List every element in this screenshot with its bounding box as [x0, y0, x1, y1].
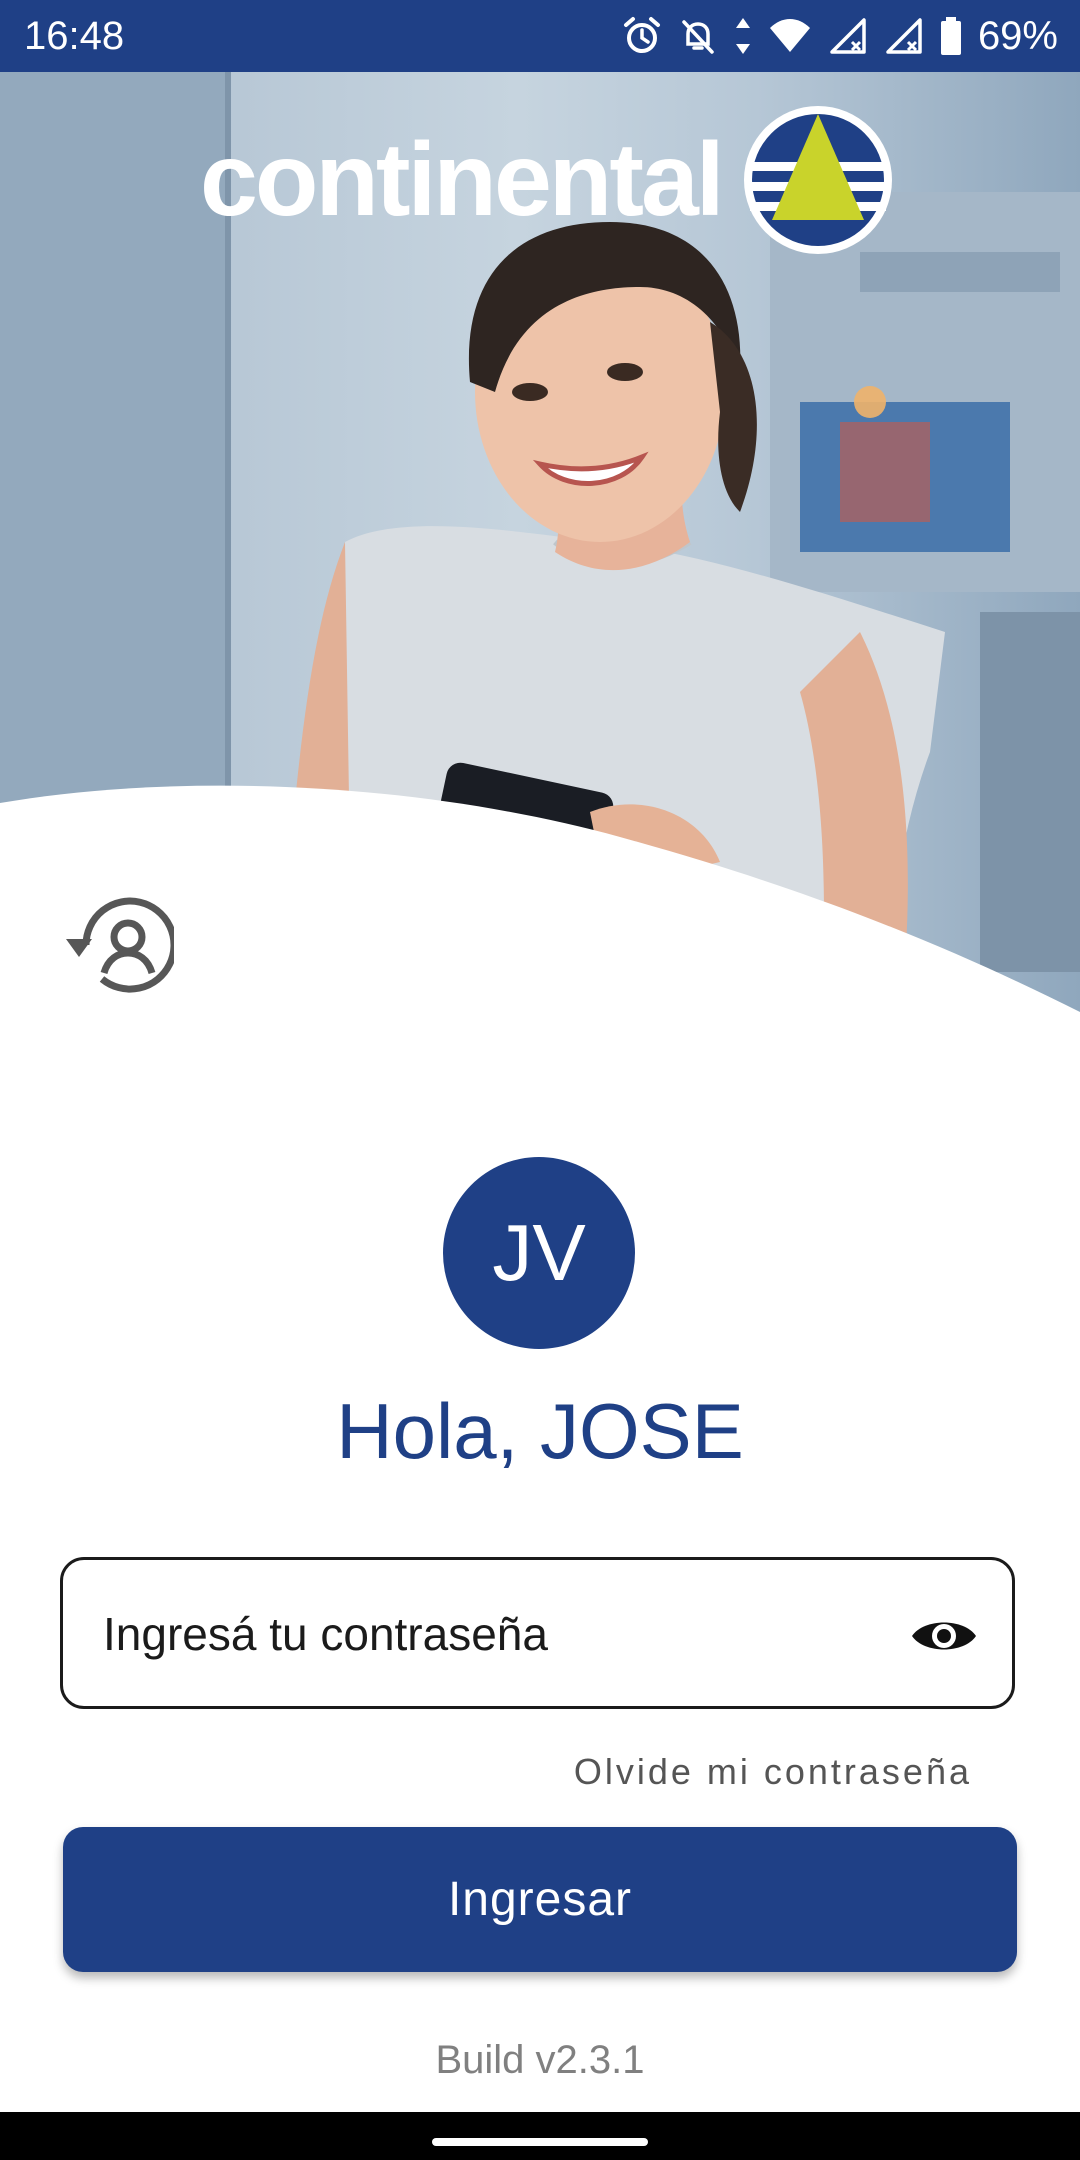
logo-text: continental [200, 122, 725, 238]
continental-logo-icon [743, 106, 892, 254]
data-arrows-icon [735, 18, 750, 54]
status-bar: 16:48 69% [0, 0, 1080, 72]
build-version: Build v2.3.1 [435, 2038, 645, 2082]
status-time: 16:48 [24, 14, 125, 58]
greeting-title: Hola, JOSE [336, 1387, 744, 1475]
signal-icon [830, 18, 866, 54]
switch-account-button[interactable] [58, 893, 178, 997]
alarm-icon [623, 17, 660, 53]
brand-logo: continental [200, 100, 894, 260]
password-input[interactable] [101, 1600, 905, 1668]
account-history-icon [66, 897, 174, 993]
eye-icon [912, 1622, 976, 1650]
forgot-password-link[interactable]: Olvide mi contraseña [574, 1750, 972, 1794]
navigation-bar [0, 2112, 1080, 2160]
notifications-off-icon [682, 20, 714, 54]
battery-level: 69% [977, 14, 1058, 58]
home-gesture-handle[interactable] [432, 2138, 648, 2146]
status-icons: 69% [622, 10, 1058, 62]
wifi-icon [769, 19, 810, 52]
battery-icon [940, 17, 961, 55]
password-field[interactable] [60, 1557, 1015, 1709]
avatar: JV [443, 1157, 635, 1349]
login-button[interactable]: Ingresar [63, 1827, 1017, 1972]
signal-icon [886, 18, 922, 54]
toggle-password-visibility-button[interactable] [908, 1600, 980, 1672]
